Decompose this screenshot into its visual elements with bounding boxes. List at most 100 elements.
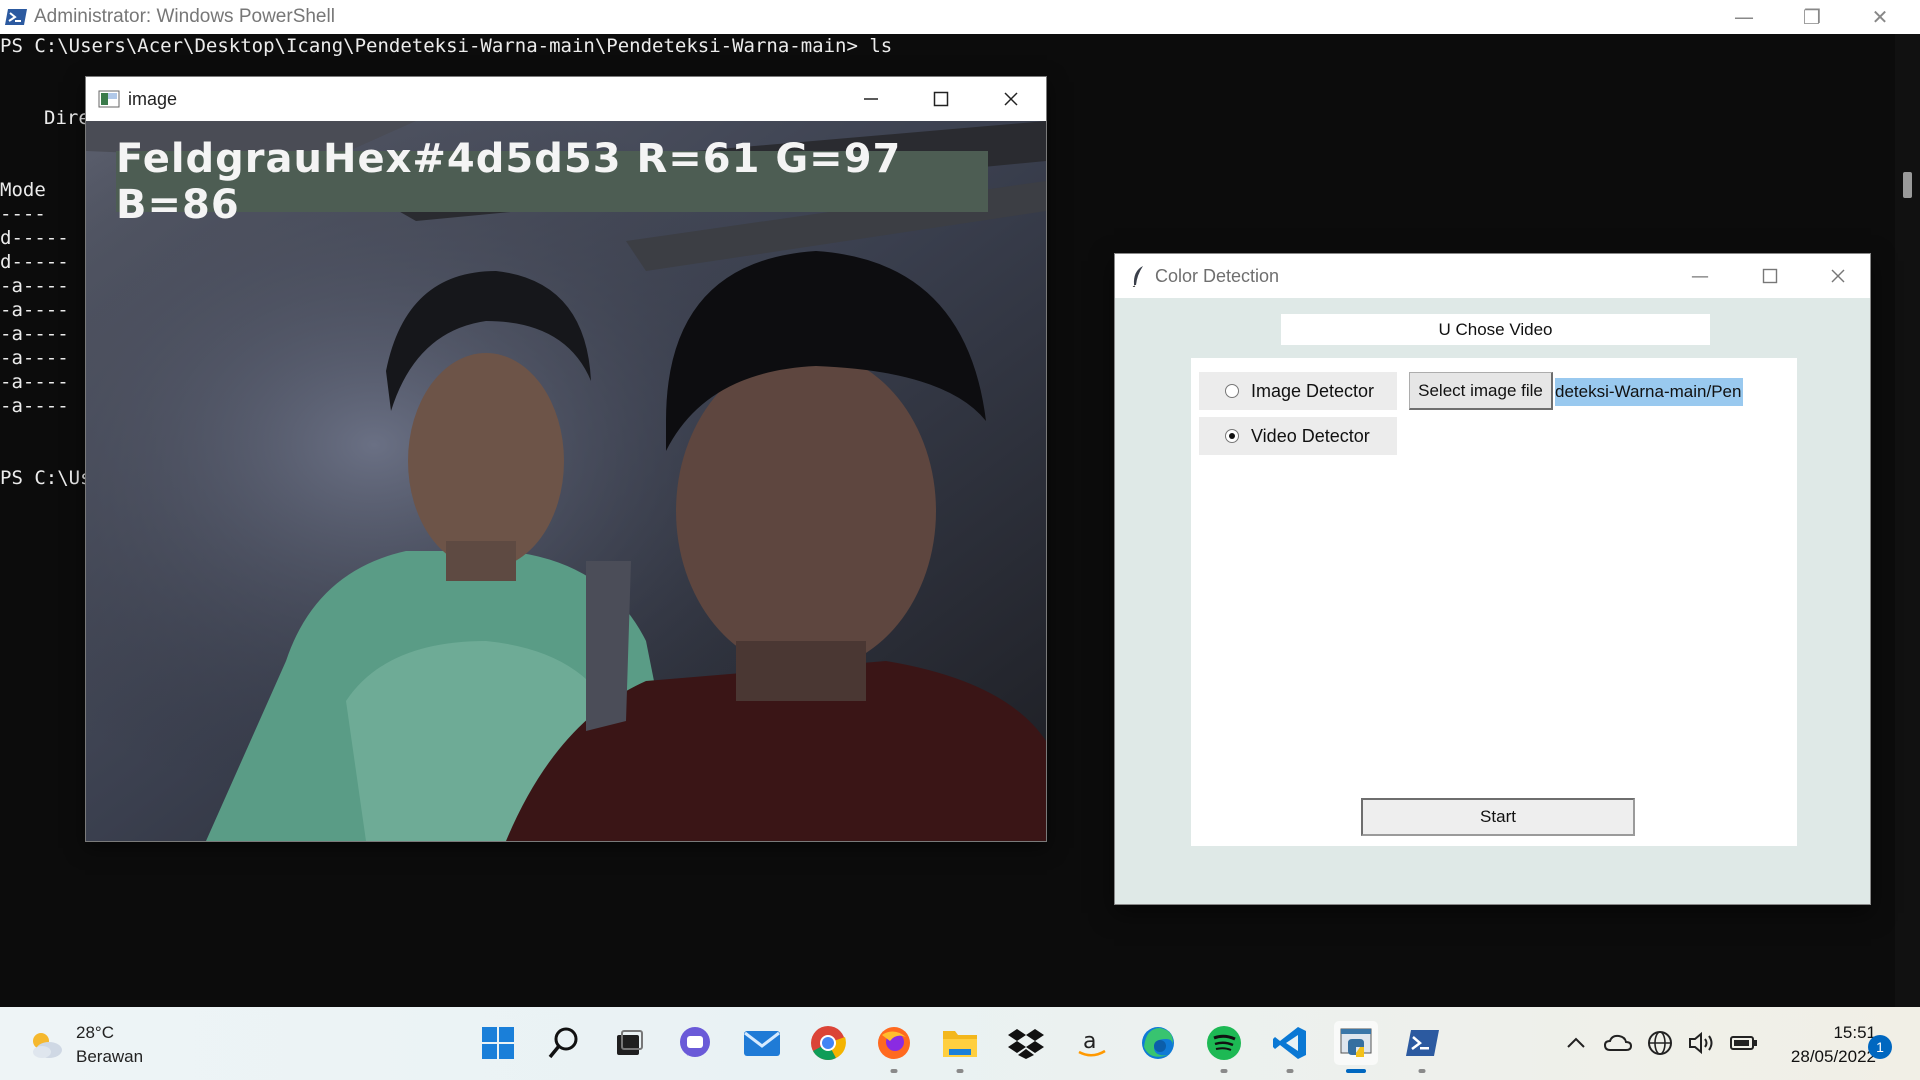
search-icon xyxy=(548,1027,578,1059)
image-detector-radio[interactable]: Image Detector xyxy=(1199,372,1397,410)
amazon-button[interactable]: a xyxy=(1070,1021,1114,1065)
image-minimize-button[interactable] xyxy=(838,77,904,121)
console-mode-row: -a---- xyxy=(0,323,69,345)
mail-icon xyxy=(744,1031,780,1056)
minimize-icon: — xyxy=(1734,5,1754,29)
taskbar: 28°C Berawan a 15:51 28/05/2022 1 xyxy=(0,1007,1920,1080)
amazon-icon: a xyxy=(1078,1029,1106,1057)
console-mode-row: -a---- xyxy=(0,395,69,417)
cloud-icon xyxy=(1604,1034,1632,1051)
console-command-line: PS C:\Users\Acer\Desktop\Icang\Pendeteks… xyxy=(0,35,893,57)
powershell-title: Administrator: Windows PowerShell xyxy=(34,6,335,27)
running-indicator xyxy=(956,1069,964,1073)
show-hidden-icons-button[interactable] xyxy=(1560,1027,1592,1059)
console-mode-row: d----- xyxy=(0,227,69,249)
console-mode-row: -a---- xyxy=(0,371,69,393)
active-indicator xyxy=(1346,1069,1366,1073)
radio-unchecked-icon xyxy=(1225,384,1239,398)
restore-button[interactable]: ❐ xyxy=(1778,0,1846,34)
image-window-titlebar[interactable]: image xyxy=(86,77,1046,121)
color-detection-titlebar[interactable]: Color Detection — xyxy=(1115,254,1870,298)
radio-checked-icon xyxy=(1225,429,1239,443)
chrome-icon xyxy=(811,1026,846,1060)
mail-button[interactable] xyxy=(740,1021,784,1065)
detector-panel: Image Detector Video Detector Select ima… xyxy=(1191,358,1797,846)
video-detector-label: Video Detector xyxy=(1251,425,1370,446)
color-detection-title: Color Detection xyxy=(1155,265,1280,286)
edge-icon xyxy=(1142,1027,1174,1059)
weather-temperature: 28°C xyxy=(76,1023,114,1042)
console-prompt: PS C:\Us xyxy=(0,467,92,489)
cd-minimize-button[interactable]: — xyxy=(1667,254,1733,298)
powershell-icon xyxy=(1406,1030,1439,1056)
clock-date: 28/05/2022 xyxy=(1790,1047,1876,1066)
console-scrollbar[interactable] xyxy=(1895,34,1920,1007)
webcam-frame[interactable]: FeldgrauHex#4d5d53 R=61 G=97 B=86 xyxy=(86,121,1046,841)
clock[interactable]: 15:51 28/05/2022 xyxy=(1756,1021,1876,1069)
firefox-icon xyxy=(878,1027,910,1059)
minimize-icon: — xyxy=(1691,265,1709,287)
console-mode-rule: ---- xyxy=(0,203,46,225)
battery-icon xyxy=(1730,1036,1757,1050)
speaker-icon xyxy=(1689,1031,1713,1055)
close-button[interactable]: ✕ xyxy=(1846,0,1914,34)
running-indicator xyxy=(1286,1069,1294,1073)
notification-badge[interactable]: 1 xyxy=(1868,1035,1892,1059)
firefox-button[interactable] xyxy=(872,1021,916,1073)
close-icon: ✕ xyxy=(1871,5,1889,29)
task-view-icon xyxy=(617,1030,643,1055)
windows-start-icon xyxy=(482,1027,514,1059)
powershell-taskbar-button[interactable] xyxy=(1400,1021,1444,1073)
select-image-file-button[interactable]: Select image file xyxy=(1409,372,1553,410)
weather-widget[interactable]: 28°C Berawan xyxy=(28,1021,143,1069)
image-close-button[interactable] xyxy=(978,77,1044,121)
console-mode-row: -a---- xyxy=(0,347,69,369)
color-detection-window[interactable]: Color Detection — U Chose Video Image De… xyxy=(1114,253,1871,905)
edge-button[interactable] xyxy=(1136,1021,1180,1065)
start-button-taskbar[interactable] xyxy=(476,1021,520,1065)
image-window[interactable]: image FeldgrauHex#4d5d53 R=61 G=97 B=86 xyxy=(85,76,1047,842)
image-window-icon xyxy=(98,90,120,108)
cd-close-button[interactable] xyxy=(1805,254,1871,298)
chrome-button[interactable] xyxy=(806,1021,850,1065)
console-mode-row: -a---- xyxy=(0,275,69,297)
dropbox-button[interactable] xyxy=(1004,1021,1048,1065)
file-explorer-button[interactable] xyxy=(938,1021,982,1073)
minimize-button[interactable]: — xyxy=(1710,0,1778,34)
dropbox-icon xyxy=(1008,1029,1044,1059)
onedrive-button[interactable] xyxy=(1602,1027,1634,1059)
powershell-titlebar[interactable]: Administrator: Windows PowerShell — ❐ ✕ xyxy=(0,0,1920,34)
close-icon xyxy=(1004,92,1018,106)
file-path-text: deteksi-Warna-main/Pen xyxy=(1555,378,1744,406)
svg-text:a: a xyxy=(1083,1029,1096,1054)
system-tray xyxy=(1560,1027,1770,1059)
tk-feather-icon xyxy=(1132,266,1143,287)
search-taskbar-button[interactable] xyxy=(542,1021,586,1065)
volume-button[interactable] xyxy=(1686,1027,1718,1059)
task-view-button[interactable] xyxy=(607,1021,651,1065)
weather-condition: Berawan xyxy=(76,1047,144,1066)
folder-icon xyxy=(943,1031,977,1057)
cd-maximize-button[interactable] xyxy=(1737,254,1803,298)
video-detector-radio[interactable]: Video Detector xyxy=(1199,417,1397,455)
teams-chat-icon xyxy=(680,1027,710,1057)
minimize-icon xyxy=(864,98,878,100)
webcam-photo xyxy=(86,121,1046,841)
scrollbar-thumb[interactable] xyxy=(1903,172,1912,198)
network-button[interactable] xyxy=(1644,1027,1676,1059)
running-indicator xyxy=(890,1069,898,1073)
partly-cloudy-icon xyxy=(33,1033,62,1058)
chevron-up-icon xyxy=(1567,1037,1585,1048)
console-directory-label: Dire xyxy=(44,107,90,129)
file-path-field[interactable]: deteksi-Warna-main/Pen xyxy=(1555,378,1749,406)
spotify-button[interactable] xyxy=(1202,1021,1246,1073)
teams-chat-button[interactable] xyxy=(673,1021,717,1065)
image-maximize-button[interactable] xyxy=(908,77,974,121)
running-indicator xyxy=(1220,1069,1228,1073)
restore-icon: ❐ xyxy=(1803,5,1821,29)
spotify-icon xyxy=(1207,1026,1241,1060)
python-app-button[interactable] xyxy=(1334,1021,1378,1073)
vscode-button[interactable] xyxy=(1268,1021,1312,1073)
mode-header-label: U Chose Video xyxy=(1281,314,1710,345)
start-button[interactable]: Start xyxy=(1361,798,1635,836)
